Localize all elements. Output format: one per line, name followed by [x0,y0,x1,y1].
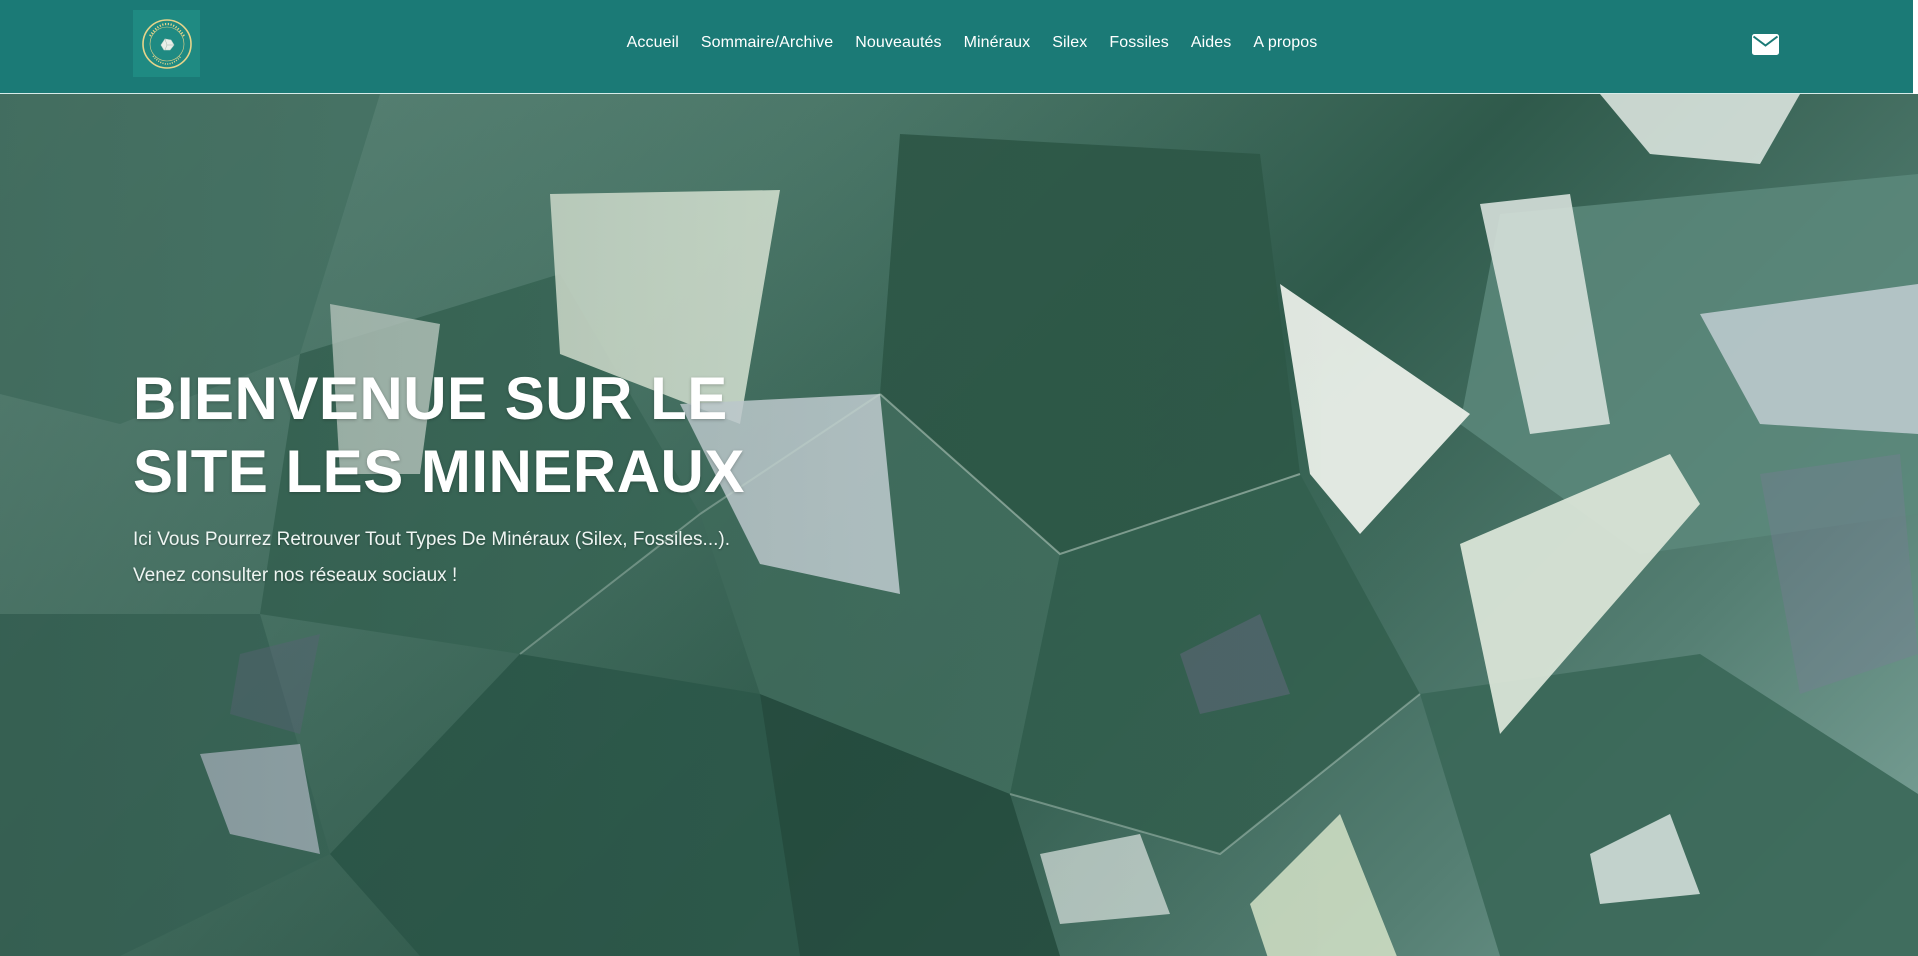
hero-title-line-1: BIENVENUE SUR LE [133,365,728,432]
hero-subtitle-line-2: Venez consulter nos réseaux sociaux ! [133,565,458,586]
nav-item-fossiles[interactable]: Fossiles [1109,35,1168,51]
scrollbar-edge [1913,0,1918,94]
envelope-icon[interactable] [1752,34,1779,55]
main-nav: Accueil Sommaire/Archive Nouveautés Miné… [0,0,1918,92]
nav-item-aides[interactable]: Aides [1191,35,1232,51]
hero-content: BIENVENUE SUR LE SITE LES MINERAUX Ici V… [133,362,893,594]
hero-section: BIENVENUE SUR LE SITE LES MINERAUX Ici V… [0,94,1918,956]
hero-title-line-2: SITE LES MINERAUX [133,438,745,505]
nav-item-mineraux[interactable]: Minéraux [964,35,1031,51]
page: Accueil Sommaire/Archive Nouveautés Miné… [0,0,1918,956]
nav-item-silex[interactable]: Silex [1052,35,1087,51]
nav-item-accueil[interactable]: Accueil [627,35,679,51]
hero-subtitle-line-1: Ici Vous Pourrez Retrouver Tout Types De… [133,529,730,550]
nav-item-nouveautes[interactable]: Nouveautés [855,35,941,51]
hero-subtitle: Ici Vous Pourrez Retrouver Tout Types De… [133,522,893,594]
nav-item-a-propos[interactable]: A propos [1253,35,1317,51]
hero-title: BIENVENUE SUR LE SITE LES MINERAUX [133,362,893,508]
navbar: Accueil Sommaire/Archive Nouveautés Miné… [0,0,1918,94]
nav-item-sommaire-archive[interactable]: Sommaire/Archive [701,35,833,51]
